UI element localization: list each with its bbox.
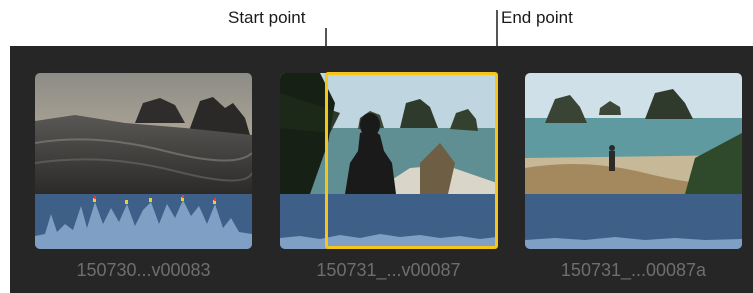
clip-name-3: 150731_...00087a <box>560 260 707 280</box>
clip-browser: 150730...v00083 150731_...v00087 150731_… <box>10 46 753 293</box>
clip-1-audio-waveform <box>35 194 252 249</box>
clip-thumbnail-1[interactable] <box>35 73 252 249</box>
selection-range[interactable] <box>325 72 498 249</box>
start-point-callout: Start point <box>228 8 306 27</box>
clip-3-audio-waveform <box>525 194 742 249</box>
clip-name-2: 150731_...v00087 <box>316 260 461 280</box>
end-point-callout: End point <box>501 8 573 27</box>
clip-1-frame <box>35 73 252 194</box>
clip-thumbnail-3[interactable] <box>525 73 742 249</box>
clip-name-1: 150730...v00083 <box>76 260 211 280</box>
clip-3-frame <box>525 73 742 194</box>
